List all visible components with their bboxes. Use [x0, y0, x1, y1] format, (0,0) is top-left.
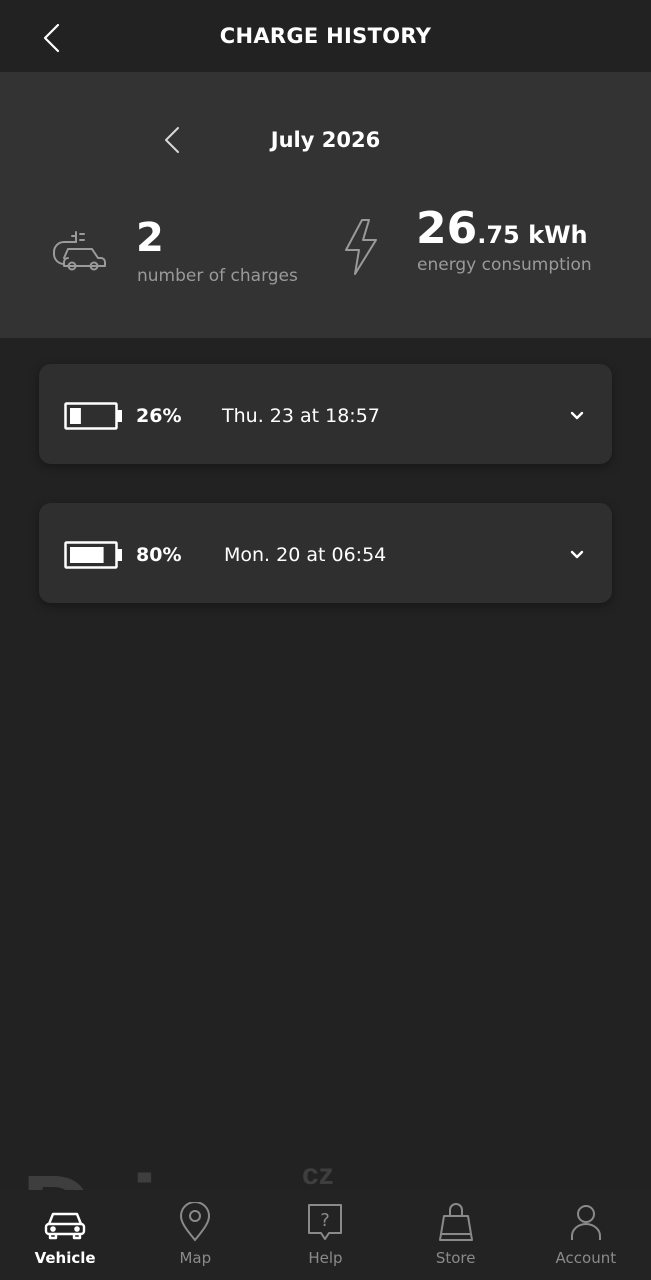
chevron-left-icon: [165, 127, 179, 153]
nav-item-map[interactable]: Map: [130, 1190, 260, 1280]
battery-fill: [70, 547, 104, 563]
nav-label: Map: [179, 1249, 212, 1267]
top-bar: CHARGE HISTORY: [0, 0, 651, 72]
nav-label: Account: [555, 1249, 617, 1267]
car-icon: [44, 1212, 86, 1240]
charge-date: Thu. 23 at 18:57: [222, 405, 380, 427]
chevron-down-icon[interactable]: [567, 407, 587, 425]
energy-label: energy consumption: [417, 255, 592, 275]
month-summary-panel: July 2026 2 number of charges 26.75 kWh …: [0, 72, 651, 338]
charges-count: 2: [136, 215, 164, 261]
shopping-bag-icon: [438, 1203, 473, 1241]
battery-icon: [64, 541, 122, 569]
nav-item-store[interactable]: Store: [391, 1190, 521, 1280]
svg-text:cz: cz: [302, 1158, 334, 1191]
charge-percent: 80%: [136, 544, 182, 566]
nav-label: Store: [435, 1249, 476, 1267]
car-plug-icon: [53, 231, 106, 271]
energy-value-main: 26: [416, 203, 478, 254]
charges-count-label: number of charges: [137, 266, 298, 286]
charge-percent: 26%: [136, 405, 182, 427]
battery-icon: [64, 402, 122, 430]
map-pin-icon: [180, 1202, 211, 1242]
battery-fill: [70, 408, 81, 424]
nav-item-vehicle[interactable]: Vehicle: [0, 1190, 130, 1280]
svg-text:?: ?: [321, 1210, 331, 1231]
charge-date: Mon. 20 at 06:54: [224, 544, 387, 566]
nav-item-account[interactable]: Account: [521, 1190, 651, 1280]
previous-month-button[interactable]: [154, 122, 190, 158]
charge-card[interactable]: 80% Mon. 20 at 06:54: [39, 503, 612, 603]
energy-value-decimal: .75 kWh: [477, 221, 588, 249]
chevron-left-icon: [43, 23, 60, 53]
person-icon: [570, 1205, 601, 1240]
month-label: July 2026: [270, 128, 381, 152]
nav-label: Help: [308, 1249, 343, 1267]
lightning-bolt-icon: [345, 219, 377, 275]
chevron-down-icon[interactable]: [567, 546, 587, 564]
help-icon: ?: [308, 1204, 343, 1240]
page-title: CHARGE HISTORY: [219, 24, 432, 48]
charge-card[interactable]: 26% Thu. 23 at 18:57: [39, 364, 612, 464]
bottom-nav: Vehicle Map ? Help Store Account: [0, 1190, 651, 1280]
nav-item-help[interactable]: ? Help: [260, 1190, 390, 1280]
nav-label: Vehicle: [34, 1249, 96, 1267]
back-button[interactable]: [34, 20, 70, 56]
